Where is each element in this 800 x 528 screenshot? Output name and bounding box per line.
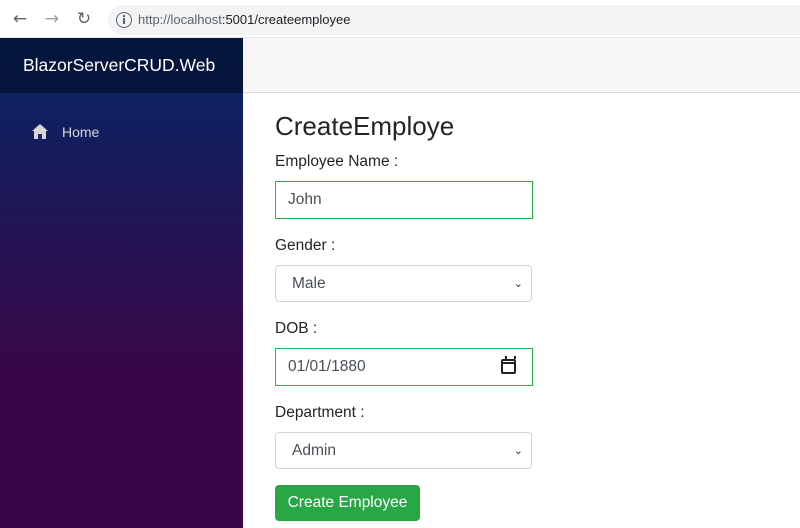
calendar-icon[interactable] [501, 356, 516, 374]
gender-select[interactable]: Male ⌄ [275, 265, 532, 302]
page-title: CreateEmploye [275, 111, 455, 141]
home-icon [32, 124, 48, 140]
reload-icon[interactable]: ↻ [74, 9, 94, 29]
gender-label: Gender : [275, 237, 336, 254]
address-bar[interactable]: http://localhost:5001/createemployee [108, 5, 800, 35]
sidebar: BlazorServerCRUD.Web Home [0, 38, 243, 528]
dob-label: DOB : [275, 320, 318, 337]
department-select[interactable]: Admin ⌄ [275, 432, 532, 469]
chevron-down-icon: ⌄ [513, 277, 523, 290]
sidebar-item-label: Home [62, 124, 100, 140]
url-text: http://localhost:5001/createemployee [138, 12, 350, 27]
top-row [243, 38, 800, 93]
create-employee-button[interactable]: Create Employee [275, 485, 420, 521]
info-icon[interactable] [116, 12, 132, 28]
dob-input[interactable]: 01/01/1880 [275, 348, 533, 386]
sidebar-item-home[interactable]: Home [16, 117, 226, 147]
url-path: :5001/createemployee [221, 12, 351, 27]
url-host: http://localhost [138, 12, 222, 27]
employee-name-value: John [288, 191, 322, 208]
browser-toolbar: ← → ↻ http://localhost:5001/createemploy… [0, 0, 800, 38]
forward-arrow-icon[interactable]: → [42, 9, 62, 29]
dob-value: 01/01/1880 [288, 358, 366, 375]
brand-link[interactable]: BlazorServerCRUD.Web [23, 38, 243, 93]
brand-row: BlazorServerCRUD.Web [0, 38, 243, 93]
department-label: Department : [275, 404, 365, 421]
chevron-down-icon: ⌄ [513, 444, 523, 457]
gender-value: Male [292, 275, 326, 292]
employee-name-input[interactable]: John [275, 181, 533, 219]
back-arrow-icon[interactable]: ← [10, 9, 30, 29]
department-value: Admin [292, 442, 336, 459]
employee-name-label: Employee Name : [275, 153, 399, 170]
